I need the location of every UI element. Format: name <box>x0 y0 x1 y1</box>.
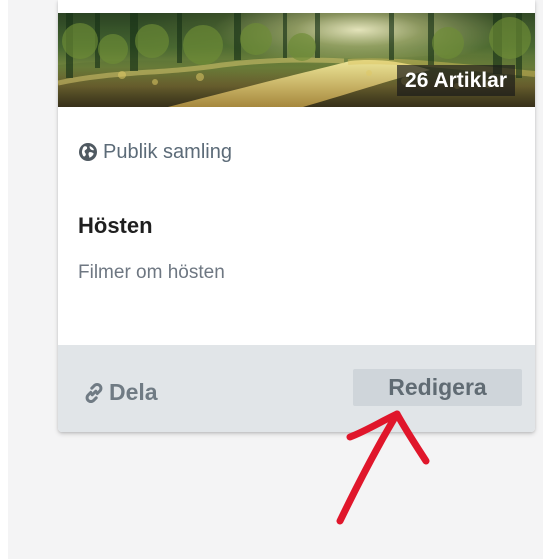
globe-icon <box>78 142 98 162</box>
collection-visibility: Publik samling <box>78 138 232 166</box>
collection-card-footer: Dela Redigera <box>58 345 535 432</box>
collection-card[interactable]: 26 Artiklar Publik samling Hösten Filmer… <box>58 0 535 432</box>
share-label: Dela <box>109 379 158 405</box>
collection-title: Hösten <box>78 213 153 238</box>
link-icon <box>83 381 105 404</box>
article-count-badge: 26 Artiklar <box>397 65 515 96</box>
share-link[interactable]: Dela <box>83 377 158 407</box>
edit-collection-button[interactable]: Redigera <box>353 369 522 406</box>
collection-cover-image: 26 Artiklar <box>58 13 535 107</box>
collection-description: Filmer om hösten <box>78 262 225 283</box>
visibility-label: Publik samling <box>103 141 232 163</box>
